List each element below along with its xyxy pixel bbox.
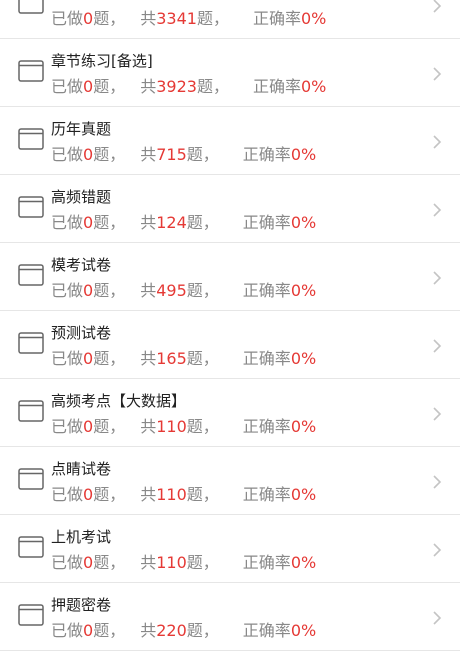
item-stats: 已做0题， 共3923题， 正确率0% bbox=[51, 77, 327, 96]
chevron-right-icon bbox=[432, 610, 442, 625]
list-item[interactable]: 预测试卷 已做0题， 共165题， 正确率0% bbox=[0, 311, 460, 379]
item-title: 上机考试 bbox=[51, 528, 112, 546]
accuracy-value: 0% bbox=[290, 145, 317, 164]
done-count: 0 bbox=[83, 77, 94, 96]
list-item[interactable]: 模考试卷 已做0题， 共495题， 正确率0% bbox=[0, 243, 460, 311]
accuracy-value: 0% bbox=[290, 417, 317, 436]
chevron-right-icon bbox=[432, 542, 442, 557]
chevron-right-icon bbox=[432, 270, 442, 285]
item-stats: 已做0题， 共110题， 正确率0% bbox=[51, 553, 317, 572]
folder-icon bbox=[18, 400, 44, 422]
chevron-right-icon bbox=[432, 406, 442, 421]
item-title: 押题密卷 bbox=[51, 596, 112, 614]
item-stats: 已做0题， 共220题， 正确率0% bbox=[51, 621, 317, 640]
chevron-right-icon bbox=[432, 66, 442, 81]
item-stats: 已做0题， 共124题， 正确率0% bbox=[51, 213, 317, 232]
folder-icon bbox=[18, 536, 44, 558]
chevron-right-icon bbox=[432, 202, 442, 217]
done-count: 0 bbox=[83, 553, 94, 572]
list-item[interactable]: 高频考点【大数据】 已做0题， 共110题， 正确率0% bbox=[0, 379, 460, 447]
done-count: 0 bbox=[83, 349, 94, 368]
total-count: 3923 bbox=[156, 77, 197, 96]
total-count: 220 bbox=[156, 621, 187, 640]
chevron-right-icon bbox=[432, 134, 442, 149]
accuracy-value: 0% bbox=[290, 621, 317, 640]
item-stats: 已做0题， 共3341题， 正确率0% bbox=[51, 9, 327, 28]
question-bank-list: 已做0题， 共3341题， 正确率0% 章节练习[备选] 已做0题， 共3923题，正… bbox=[0, 0, 460, 651]
folder-icon bbox=[18, 264, 44, 286]
chevron-right-icon bbox=[432, 0, 442, 13]
item-title: 章节练习[备选] bbox=[51, 52, 153, 70]
total-count: 110 bbox=[156, 485, 187, 504]
done-count: 0 bbox=[83, 621, 94, 640]
folder-icon bbox=[18, 60, 44, 82]
item-stats: 已做0题， 共165题， 正确率0% bbox=[51, 349, 317, 368]
done-count: 0 bbox=[83, 145, 94, 164]
folder-icon bbox=[18, 468, 44, 490]
list-item[interactable]: 章节练习[备选] 已做0题， 共3923题， 正确率0% bbox=[0, 39, 460, 107]
accuracy-value: 0% bbox=[290, 213, 317, 232]
total-count: 715 bbox=[156, 145, 187, 164]
total-count: 3341 bbox=[156, 9, 197, 28]
list-item[interactable]: 已做0题， 共3341题， 正确率0% bbox=[0, 0, 460, 39]
list-item[interactable]: 押题密卷 已做0题， 共220题， 正确率0% bbox=[0, 583, 460, 651]
list-item[interactable]: 历年真题 已做0题， 共715题， 正确率0% bbox=[0, 107, 460, 175]
folder-icon bbox=[18, 128, 44, 150]
chevron-right-icon bbox=[432, 338, 442, 353]
chevron-right-icon bbox=[432, 474, 442, 489]
accuracy-value: 0% bbox=[290, 553, 317, 572]
done-count: 0 bbox=[83, 281, 94, 300]
total-count: 110 bbox=[156, 417, 187, 436]
accuracy-value: 0% bbox=[300, 77, 327, 96]
total-count: 495 bbox=[156, 281, 187, 300]
total-count: 110 bbox=[156, 553, 187, 572]
folder-icon bbox=[18, 332, 44, 354]
folder-icon bbox=[18, 0, 44, 14]
item-title: 点睛试卷 bbox=[51, 460, 112, 478]
accuracy-value: 0% bbox=[290, 281, 317, 300]
accuracy-value: 0% bbox=[290, 485, 317, 504]
done-count: 0 bbox=[83, 417, 94, 436]
item-title: 预测试卷 bbox=[51, 324, 112, 342]
list-item[interactable]: 点睛试卷 已做0题， 共110题， 正确率0% bbox=[0, 447, 460, 515]
list-item[interactable]: 上机考试 已做0题， 共110题， 正确率0% bbox=[0, 515, 460, 583]
item-stats: 已做0题， 共110题， 正确率0% bbox=[51, 417, 317, 436]
item-stats: 已做0题， 共495题， 正确率0% bbox=[51, 281, 317, 300]
total-count: 124 bbox=[156, 213, 187, 232]
item-title: 高频考点【大数据】 bbox=[51, 392, 187, 410]
total-count: 165 bbox=[156, 349, 187, 368]
list-item[interactable]: 高频错题 已做0题， 共124题， 正确率0% bbox=[0, 175, 460, 243]
folder-icon bbox=[18, 604, 44, 626]
item-title: 历年真题 bbox=[51, 120, 112, 138]
folder-icon bbox=[18, 196, 44, 218]
item-title: 高频错题 bbox=[51, 188, 112, 206]
item-stats: 已做0题， 共715题， 正确率0% bbox=[51, 145, 317, 164]
done-count: 0 bbox=[83, 9, 94, 28]
item-stats: 已做0题， 共110题， 正确率0% bbox=[51, 485, 317, 504]
done-count: 0 bbox=[83, 213, 94, 232]
done-count: 0 bbox=[83, 485, 94, 504]
item-title: 模考试卷 bbox=[51, 256, 112, 274]
accuracy-value: 0% bbox=[290, 349, 317, 368]
accuracy-value: 0% bbox=[300, 9, 327, 28]
